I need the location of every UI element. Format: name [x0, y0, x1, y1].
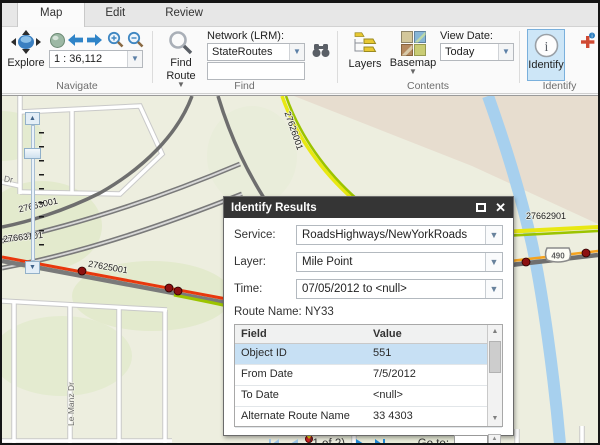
group-divider [519, 31, 520, 83]
ribbon-tab-bar: Map Edit Review [2, 3, 598, 27]
info-circle-icon: i [534, 33, 559, 58]
group-label-find: Find [152, 80, 337, 92]
service-combo[interactable]: RoadsHighways/NewYorkRoads ▼ [296, 225, 503, 245]
route-label: 27662901 [526, 211, 566, 221]
chevron-down-icon[interactable]: ▼ [289, 44, 304, 60]
shield-label: 490 [551, 252, 565, 261]
maximize-icon[interactable] [476, 203, 486, 212]
goto-page-input[interactable] [454, 435, 488, 444]
scroll-up-icon[interactable]: ▲ [488, 325, 502, 339]
zoom-slider-up-button[interactable]: ▲ [25, 112, 40, 125]
table-header: Field Value [235, 325, 502, 344]
zoom-slider-down-button[interactable]: ▼ [25, 261, 40, 274]
network-lrm-combo[interactable]: StateRoutes ▼ [207, 43, 305, 61]
tab-review[interactable]: Review [145, 3, 223, 27]
goto-spinner[interactable]: ▲ ▼ [488, 434, 501, 443]
street-label: Dr [3, 173, 13, 184]
service-label: Service: [234, 229, 296, 241]
zoom-slider-track[interactable] [31, 125, 35, 261]
group-label-contents: Contents [337, 80, 519, 92]
layer-combo[interactable]: Mile Point ▼ [296, 252, 503, 272]
chevron-down-icon[interactable]: ▼ [127, 51, 142, 67]
arrow-left-icon[interactable] [68, 34, 83, 46]
view-date-label: View Date: [440, 30, 493, 42]
layers-button[interactable]: Layers [347, 31, 383, 70]
table-row[interactable]: From Date 7/5/2012 [235, 365, 502, 386]
group-divider [337, 31, 338, 83]
group-divider [152, 31, 153, 83]
table-row[interactable]: Object ID 551 [235, 344, 502, 365]
spinner-up-icon[interactable]: ▲ [489, 435, 500, 443]
chevron-down-icon[interactable]: ▼ [485, 226, 502, 244]
field-column-header: Field [235, 325, 367, 343]
goto-label: Go to: [418, 438, 449, 444]
magnifier-icon [168, 30, 194, 56]
street-label: Le Manz Dr [66, 382, 76, 426]
group-label-identify: Identify [519, 80, 600, 92]
map-scale-combo[interactable]: 1 : 36,112 ▼ [49, 50, 143, 68]
arrow-right-icon[interactable] [87, 34, 102, 46]
svg-text:i: i [544, 40, 548, 55]
chevron-down-icon: ▼ [409, 69, 417, 75]
network-lrm-label: Network (LRM): [207, 30, 284, 42]
table-row[interactable]: To Date <null> [235, 386, 502, 407]
layers-icon [351, 31, 379, 57]
add-info-icon[interactable]: i [579, 32, 596, 49]
application-window: Map Edit Review Explore [0, 0, 600, 445]
view-date-combo[interactable]: Today ▼ [440, 43, 514, 61]
zoom-out-icon[interactable] [127, 31, 144, 48]
table-scrollbar[interactable]: ▲ ▼ [487, 325, 502, 426]
scrollbar-thumb[interactable] [489, 341, 501, 373]
dialog-title: Identify Results [231, 202, 476, 214]
close-icon[interactable]: ✕ [495, 201, 506, 214]
zoom-slider-handle[interactable] [24, 148, 41, 159]
previous-page-button[interactable] [288, 438, 299, 444]
svg-text:i: i [591, 34, 592, 40]
results-table: Field Value Object ID 551 From Date 7/5/… [234, 324, 503, 427]
chevron-down-icon[interactable]: ▼ [485, 253, 502, 271]
page-indicator: (1 of 2) [309, 438, 345, 444]
route-name-label: Route Name: [234, 306, 302, 318]
pan-sphere-icon [10, 30, 42, 56]
route-input[interactable] [207, 62, 305, 80]
globe-icon[interactable] [50, 33, 65, 48]
chevron-down-icon[interactable]: ▼ [485, 280, 502, 298]
chevron-down-icon[interactable]: ▼ [498, 44, 513, 60]
identify-button[interactable]: i Identify [527, 29, 565, 81]
basemap-button[interactable]: Basemap ▼ [390, 31, 436, 75]
layer-label: Layer: [234, 256, 296, 268]
route-name-value: NY33 [305, 306, 334, 318]
value-column-header: Value [367, 325, 502, 343]
binoculars-icon[interactable] [312, 43, 330, 58]
scroll-down-icon[interactable]: ▼ [488, 412, 502, 426]
first-page-button[interactable] [268, 438, 280, 444]
explore-button[interactable]: Explore [5, 30, 47, 69]
map-zoom-slider[interactable]: ▲ ▼ [24, 112, 42, 274]
time-label: Time: [234, 283, 296, 295]
tab-edit[interactable]: Edit [85, 3, 145, 27]
tab-map[interactable]: Map [17, 3, 85, 27]
next-page-button[interactable] [355, 438, 366, 444]
ribbon: Explore [2, 27, 598, 94]
time-combo[interactable]: 07/05/2012 to <null> ▼ [296, 279, 503, 299]
map-view[interactable]: 490 27663001 27663101 27625001 27626001 … [2, 95, 598, 443]
identify-results-dialog: Identify Results ✕ Service: RoadsHighway… [223, 196, 514, 436]
table-row[interactable]: Alternate Route Name 33 4303 [235, 407, 502, 428]
basemap-icon [401, 31, 426, 56]
group-label-navigate: Navigate [2, 80, 152, 92]
pagination-bar: (1 of 2) Go to: ▲ ▼ [234, 434, 503, 443]
last-page-button[interactable] [374, 438, 386, 444]
dialog-title-bar[interactable]: Identify Results ✕ [224, 197, 513, 218]
dialog-body: Service: RoadsHighways/NewYorkRoads ▼ La… [224, 218, 513, 443]
zoom-in-icon[interactable] [107, 31, 124, 48]
